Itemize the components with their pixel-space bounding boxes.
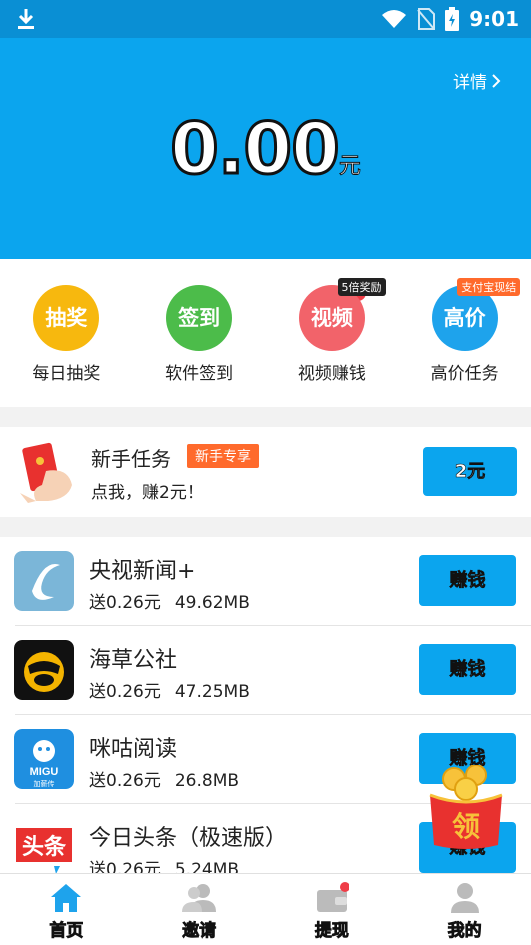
wallet-icon [316, 882, 349, 912]
no-sim-icon [417, 8, 436, 30]
app-reward: 送0.26元 [89, 860, 161, 873]
app-size: 5.24MB [174, 860, 240, 873]
quick-item-premium[interactable]: 高价 支付宝现结 高价任务 [398, 259, 531, 407]
tab-label: 邀请 [182, 921, 217, 942]
quick-actions: 抽奖 每日抽奖 签到 ✓ 软件签到 视频 5倍奖励 视频赚钱 高价 支付宝现结 … [0, 259, 531, 407]
tab-label: 提现 [314, 921, 349, 942]
toutiao-icon: 头条 [14, 818, 74, 873]
detail-link[interactable]: 详情 [453, 68, 501, 93]
list-item: 央视新闻+ 送0.26元 49.62MB 赚钱 [0, 537, 531, 626]
video-badge: 5倍奖励 [337, 278, 386, 296]
quick-item-video[interactable]: 视频 5倍奖励 视频赚钱 [266, 259, 399, 407]
app-size: 26.8MB [174, 771, 240, 791]
app-name: 今日头条（极速版） [89, 826, 288, 851]
detail-label: 详情 [453, 73, 487, 93]
red-envelope-hand-icon [20, 442, 72, 503]
haicao-icon [14, 640, 74, 700]
balance-value: 0.00 [169, 107, 342, 192]
newbie-title: 新手任务 [91, 447, 171, 471]
download-icon [18, 9, 34, 29]
newbie-subtitle: 点我，赚2元！ [91, 483, 204, 503]
lottery-circle: 抽奖 [33, 285, 100, 351]
quick-item-checkin[interactable]: 签到 ✓ 软件签到 [133, 259, 368, 407]
app-meta: 送0.26元 47.25MB [89, 677, 250, 702]
newbie-tag: 新手专享 [187, 444, 259, 468]
quick-label: 每日抽奖 [32, 364, 101, 384]
migu-icon-subtext: 加薪传 [34, 779, 55, 788]
newbie-reward-button[interactable]: 2元 [423, 447, 517, 496]
app-name: 海草公社 [89, 648, 178, 673]
migu-icon: MIGU 加薪传 [14, 729, 74, 789]
app-meta: 送0.26元 26.8MB [89, 766, 239, 791]
floating-red-packet[interactable]: 领 [426, 765, 506, 850]
status-time: 9:01 [469, 7, 519, 31]
newbie-task[interactable]: 新手任务 新手专享 点我，赚2元！ 2元 [0, 427, 531, 517]
list-item: 海草公社 送0.26元 47.25MB 赚钱 [0, 626, 531, 715]
tab-invite[interactable]: 邀请 [133, 874, 266, 945]
quick-label: 软件签到 [165, 364, 234, 384]
app-size: 49.62MB [174, 593, 250, 613]
balance-header: 详情 0.00元 [0, 38, 531, 259]
app-size: 47.25MB [174, 682, 250, 702]
wifi-icon [382, 10, 407, 28]
tab-withdraw[interactable]: 提现 [266, 874, 399, 945]
app-meta: 送0.26元 49.62MB [89, 588, 250, 613]
toutiao-icon-text: 头条 [22, 834, 67, 860]
bottom-tab-bar: 首页 邀请 提现 我的 [0, 873, 531, 945]
premium-badge: 支付宝现结 [457, 278, 521, 296]
status-bar: 9:01 [0, 0, 531, 38]
home-icon [51, 884, 82, 912]
invite-icon [182, 884, 217, 912]
app-reward: 送0.26元 [89, 682, 161, 702]
cctv-news-icon [14, 551, 74, 611]
tab-label: 首页 [49, 921, 84, 942]
tab-profile[interactable]: 我的 [398, 874, 531, 945]
tab-label: 我的 [447, 921, 482, 942]
app-reward: 送0.26元 [89, 771, 161, 791]
earn-button[interactable]: 赚钱 [419, 644, 516, 695]
app-meta: 送0.26元 5.24MB [89, 855, 239, 873]
tab-home[interactable]: 首页 [0, 874, 133, 945]
checkin-circle: 签到 [166, 285, 233, 351]
balance-unit: 元 [338, 154, 361, 180]
app-name: 央视新闻+ [89, 559, 196, 584]
quick-label: 高价任务 [430, 364, 499, 384]
chevron-right-icon [492, 73, 501, 88]
balance-display: 0.00元 [0, 107, 531, 192]
float-badge-label: 领 [451, 810, 480, 843]
migu-icon-text: MIGU [30, 766, 59, 778]
app-name: 咪咕阅读 [89, 737, 178, 762]
earn-button[interactable]: 赚钱 [419, 555, 516, 606]
quick-item-lottery[interactable]: 抽奖 每日抽奖 [0, 259, 133, 407]
battery-icon [445, 7, 460, 31]
quick-label: 视频赚钱 [297, 364, 366, 384]
app-reward: 送0.26元 [89, 593, 161, 613]
profile-icon [450, 883, 479, 913]
